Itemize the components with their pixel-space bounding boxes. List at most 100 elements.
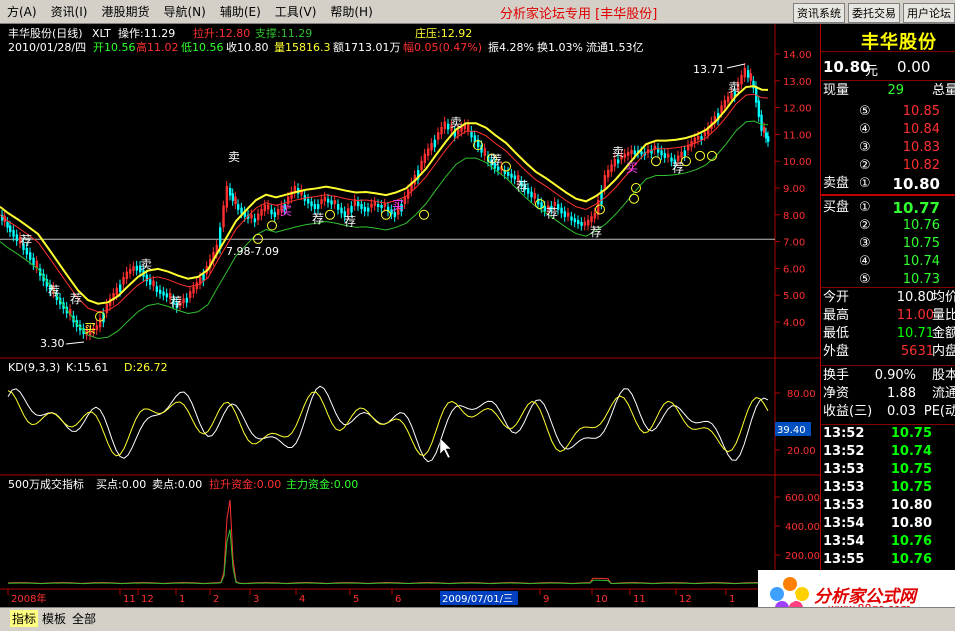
candle-body — [327, 198, 330, 203]
tab-template[interactable]: 模板 — [40, 610, 68, 627]
price-axis-label: 14.00 — [783, 50, 812, 61]
candle-body — [767, 136, 770, 142]
menu-item-info[interactable]: 资讯(I) — [44, 0, 95, 24]
level-number: ③ — [859, 236, 871, 251]
last-price: 10.80 — [823, 58, 871, 76]
tab-indicator[interactable]: 指标 — [10, 610, 39, 627]
candle-body — [231, 193, 235, 201]
level-number: ③ — [859, 140, 871, 155]
candle-body — [253, 218, 257, 223]
candle-body — [185, 297, 189, 303]
trade-button[interactable]: 委托交易 — [848, 3, 900, 23]
info-system-button[interactable]: 资讯系统 — [793, 3, 845, 23]
menu-item-navigate[interactable]: 导航(N) — [157, 0, 213, 24]
signal-circle — [419, 209, 429, 220]
candle-body — [373, 201, 377, 206]
date-label: 5 — [353, 594, 359, 605]
mouse-cursor-icon — [439, 437, 452, 459]
candle-body — [760, 114, 763, 132]
kd-marker-text: 39.40 — [777, 425, 806, 436]
candle-body — [337, 204, 340, 210]
candle-body — [457, 129, 460, 135]
tab-all[interactable]: 全部 — [70, 610, 98, 627]
candle-body — [313, 204, 317, 209]
kline-chart[interactable]: 14.0013.0012.0011.0010.009.008.007.006.0… — [0, 24, 820, 607]
low-arrow — [65, 341, 85, 345]
divider — [821, 51, 955, 52]
candle-body — [237, 204, 240, 210]
level-number: ④ — [859, 254, 871, 269]
candle-body — [377, 204, 380, 208]
menu-item-hk-futures[interactable]: 港股期货 — [94, 0, 156, 24]
candle-body — [590, 216, 593, 222]
candle-body — [433, 139, 437, 148]
candle-body — [667, 153, 670, 158]
signal-circle — [325, 209, 335, 220]
candle-body — [583, 221, 587, 226]
stat2-row: 收益(三) 0.03 PE(动 — [821, 403, 955, 421]
signal-circle — [651, 156, 661, 167]
candle-body — [607, 169, 610, 178]
rec-label: 荐 — [590, 225, 602, 239]
window-title: 分析家论坛专用 [丰华股份] — [500, 7, 658, 22]
stat-row: 最低 10.71金额 — [821, 325, 955, 343]
menu-item-help[interactable]: 帮助(H) — [323, 0, 379, 24]
candle-body — [132, 266, 135, 272]
signal-circle — [631, 183, 641, 193]
tick-price: 10.75 — [890, 480, 932, 495]
stat2-row: 净资 1.88 流通 — [821, 385, 955, 403]
sell-signal-label: 卖 — [728, 81, 740, 95]
candle-body — [234, 196, 237, 205]
buy-label: 买盘 — [823, 200, 850, 215]
tick-price: 10.74 — [890, 444, 932, 459]
bar-high: 高11.02 — [136, 41, 179, 54]
candle-body — [593, 212, 597, 219]
candle-body — [225, 185, 229, 208]
tick-row: 13:54 10.76 — [821, 533, 955, 551]
candle-body — [152, 280, 155, 287]
candle-body — [553, 201, 557, 206]
tick-time: 13:53 — [823, 480, 865, 495]
xianliang-label: 现量 — [823, 83, 850, 98]
candle-body — [467, 124, 470, 131]
candle-body — [663, 153, 667, 158]
tick-time: 13:54 — [823, 534, 865, 549]
stat2-row: 换手 0.90% 股本 — [821, 367, 955, 385]
candle-body — [323, 196, 327, 202]
tick-price: 10.80 — [890, 516, 932, 531]
candle-body — [350, 205, 353, 213]
candle-body — [189, 291, 192, 298]
candle-body — [360, 204, 363, 209]
price-axis-label: 7.00 — [783, 238, 805, 249]
date-label: 3 — [253, 594, 259, 605]
bar-amplitude: 幅0.05(0.47%) — [403, 41, 483, 54]
vol-zhuli-fund: 主力资金:0.00 — [286, 478, 359, 491]
menu-item-file[interactable]: 方(A) — [0, 0, 44, 24]
menu-item-assist[interactable]: 辅助(E) — [213, 0, 268, 24]
candle-body — [630, 150, 633, 155]
stat-row: 今开 10.80均价 — [821, 289, 955, 307]
candle-body — [680, 151, 683, 158]
candle-body — [260, 209, 263, 216]
stat2-label: 收益(三) — [823, 404, 873, 419]
price-axis-label: 12.00 — [783, 104, 812, 115]
level-number: ① — [859, 176, 871, 191]
user-forum-button[interactable]: 用户论坛 — [903, 3, 955, 23]
stat2-extra-label: 流通 — [931, 386, 955, 401]
candle-body — [420, 160, 423, 171]
candle-body — [610, 164, 613, 172]
chart-area[interactable]: 14.00 13.00 12.00 11.00 10.00 9.00 8.00 7.00 6.0… — [0, 24, 820, 607]
rec-label: 荐 — [312, 212, 324, 226]
menu-item-tools[interactable]: 工具(V) — [268, 0, 324, 24]
level-number: ① — [859, 200, 871, 215]
candle-body — [155, 286, 159, 292]
stat-value: 10.71 — [896, 326, 934, 341]
candle-body — [430, 142, 433, 151]
candle-body — [633, 150, 637, 155]
candle-body — [749, 73, 753, 81]
candle-body — [122, 276, 125, 285]
stat2-extra-label: 股本 — [931, 368, 955, 383]
candle-body — [125, 271, 129, 280]
xianliang-value: 29 — [887, 83, 904, 98]
date-label: 11 — [123, 594, 136, 605]
